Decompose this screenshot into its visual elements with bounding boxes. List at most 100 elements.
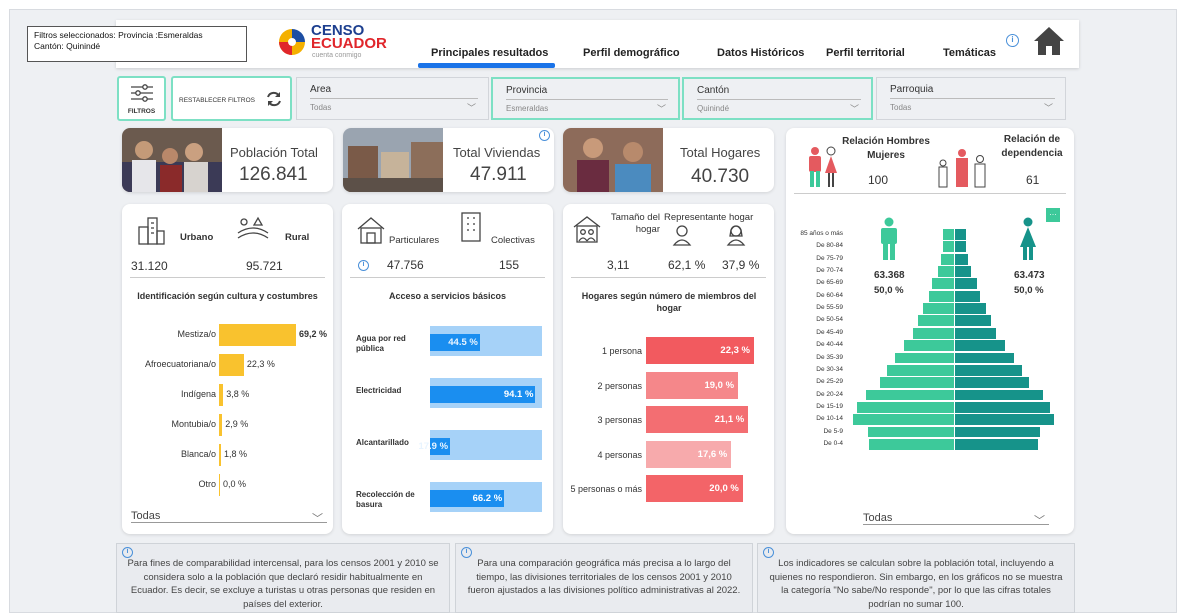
poblacion-label: Población Total (230, 145, 318, 160)
female-bar (955, 303, 986, 314)
tab-datos-historicos[interactable]: Datos Históricos (717, 47, 804, 59)
tab-perfil-territorial[interactable]: Perfil territorial (826, 47, 905, 59)
man-woman-icon (809, 146, 837, 187)
cultura-bar-label: Blanca/o (180, 449, 216, 459)
age-group-label: De 65-69 (816, 279, 843, 287)
canton-label: Cantón (697, 85, 730, 96)
male-bar (856, 401, 954, 413)
female-bar (955, 377, 1029, 389)
poblacion-value: 126.841 (239, 164, 308, 185)
miembros-bar-value: 17,6 % (697, 448, 728, 460)
chevron-down-icon: ﹀ (1034, 515, 1045, 527)
servicio-bar-value: 66.2 % (472, 493, 503, 504)
female-bar (955, 389, 1044, 401)
servicio-bar-value: 17.9 % (418, 441, 449, 452)
area-value: Todas (310, 103, 332, 112)
male-bar (932, 278, 954, 290)
top-navigation-bar (116, 20, 1079, 68)
cultura-bar-value: 1,8 % (224, 449, 248, 459)
home-icon[interactable] (1032, 25, 1066, 57)
female-bar (955, 253, 968, 265)
refresh-icon (267, 91, 281, 107)
age-group-label: De 60-64 (816, 291, 843, 299)
city-buildings-icon (138, 217, 165, 245)
female-bar (955, 438, 1038, 450)
piramide-slicer[interactable]: Todas ﹀ (863, 512, 1049, 527)
canton-value: Quinindé (697, 104, 730, 113)
hombres-pct: 50,0 % (874, 285, 904, 296)
tooltip-line-1: Filtros seleccionados: Provincia :Esmera… (34, 30, 203, 40)
male-figure-icon (881, 217, 897, 260)
age-group-label: De 55-59 (816, 304, 843, 312)
age-group-label: De 80-84 (816, 242, 843, 250)
miembros-bar-value: 20,0 % (709, 483, 739, 494)
servicios-title: Acceso a servicios básicos (388, 291, 507, 301)
cultura-bar (219, 474, 220, 496)
male-bar (865, 389, 954, 401)
female-bar (955, 241, 966, 253)
restablecer-filtros-button[interactable]: RESTABLECER FILTROS (171, 76, 292, 121)
miembros-bar-value: 21,1 % (714, 414, 745, 425)
age-group-label: De 30-34 (816, 365, 843, 373)
house-icon (357, 217, 385, 244)
logo-tagline: cuenta conmigo (312, 52, 362, 59)
rural-label: Rural (285, 232, 310, 243)
cultura-slicer[interactable]: Todas ﹀ (131, 510, 327, 525)
canton-dropdown[interactable]: Cantón Quinindé ﹀ (682, 77, 873, 120)
chevron-down-icon: ﹀ (466, 103, 476, 113)
urbano-label: Urbano (180, 232, 214, 243)
female-bar (955, 229, 966, 240)
miembros-bar-label: 1 persona (601, 346, 642, 356)
note-divisiones: i Para una comparación geográfica más pr… (455, 543, 753, 613)
active-tab-indicator (418, 63, 555, 68)
age-group-label: De 70-74 (816, 267, 843, 275)
note-comparabilidad: i Para fines de comparabilidad intercens… (116, 543, 450, 613)
male-bar (923, 303, 954, 314)
filtros-button[interactable]: FILTROS (117, 76, 166, 121)
tab-principales-resultados[interactable]: Principales resultados (431, 47, 548, 59)
household-icon (573, 216, 601, 243)
info-icon[interactable]: i (1006, 34, 1019, 47)
viviendas-label: Total Viviendas (453, 145, 541, 160)
chevron-down-icon: ﹀ (1043, 103, 1053, 113)
cultura-bar-label: Montubia/o (171, 419, 216, 429)
hogares-card: Total Hogares 40.730 (563, 128, 774, 192)
colectivas-value: 155 (499, 258, 520, 272)
sliders-icon (131, 84, 153, 102)
cultura-slicer-value: Todas (131, 510, 161, 522)
cultura-bar-label: Afroecuatoriana/o (144, 359, 216, 369)
hogares-value: 40.730 (691, 166, 750, 187)
info-icon[interactable]: i (358, 260, 369, 271)
age-group-label: 85 años o más (800, 230, 843, 237)
female-bar (955, 401, 1051, 413)
male-person-icon (672, 225, 692, 246)
miembros-bar-label: 4 personas (597, 449, 642, 460)
tab-tematicas[interactable]: Temáticas (943, 47, 996, 59)
viviendas-value: 47.911 (470, 164, 527, 185)
particulares-value: 47.756 (387, 258, 424, 272)
female-figure-icon (1020, 217, 1036, 260)
female-bar (955, 340, 1006, 351)
more-options-icon[interactable]: … (1046, 208, 1060, 222)
area-dropdown[interactable]: Area Todas ﹀ (296, 77, 489, 120)
info-icon[interactable]: i (539, 130, 550, 141)
female-bar (955, 290, 981, 302)
female-person-icon (726, 225, 746, 246)
relacion-dep-value: 61 (1026, 173, 1040, 187)
parroquia-dropdown[interactable]: Parroquia Todas ﹀ (876, 77, 1066, 120)
miembros-bar-value: 22,3 % (720, 345, 750, 356)
cultura-bar (219, 354, 244, 376)
male-bar (943, 241, 954, 253)
provincia-dropdown[interactable]: Provincia Esmeraldas ﹀ (491, 77, 680, 120)
age-group-label: De 40-44 (816, 341, 843, 349)
cultura-bar-value: 3,8 % (226, 389, 250, 399)
cultura-bar-value: 69,2 % (299, 329, 328, 339)
representante-label: Representante hogar (664, 212, 754, 223)
particulares-label: Particulares (389, 235, 440, 246)
note-indicadores: i Los indicadores se calculan sobre la p… (757, 543, 1075, 613)
tab-perfil-demografico[interactable]: Perfil demográfico (583, 47, 680, 59)
male-bar (894, 352, 954, 364)
male-bar (903, 340, 954, 351)
servicio-bar-label: Agua por red pública (356, 334, 406, 353)
cultura-bar-label: Otro (198, 479, 216, 489)
